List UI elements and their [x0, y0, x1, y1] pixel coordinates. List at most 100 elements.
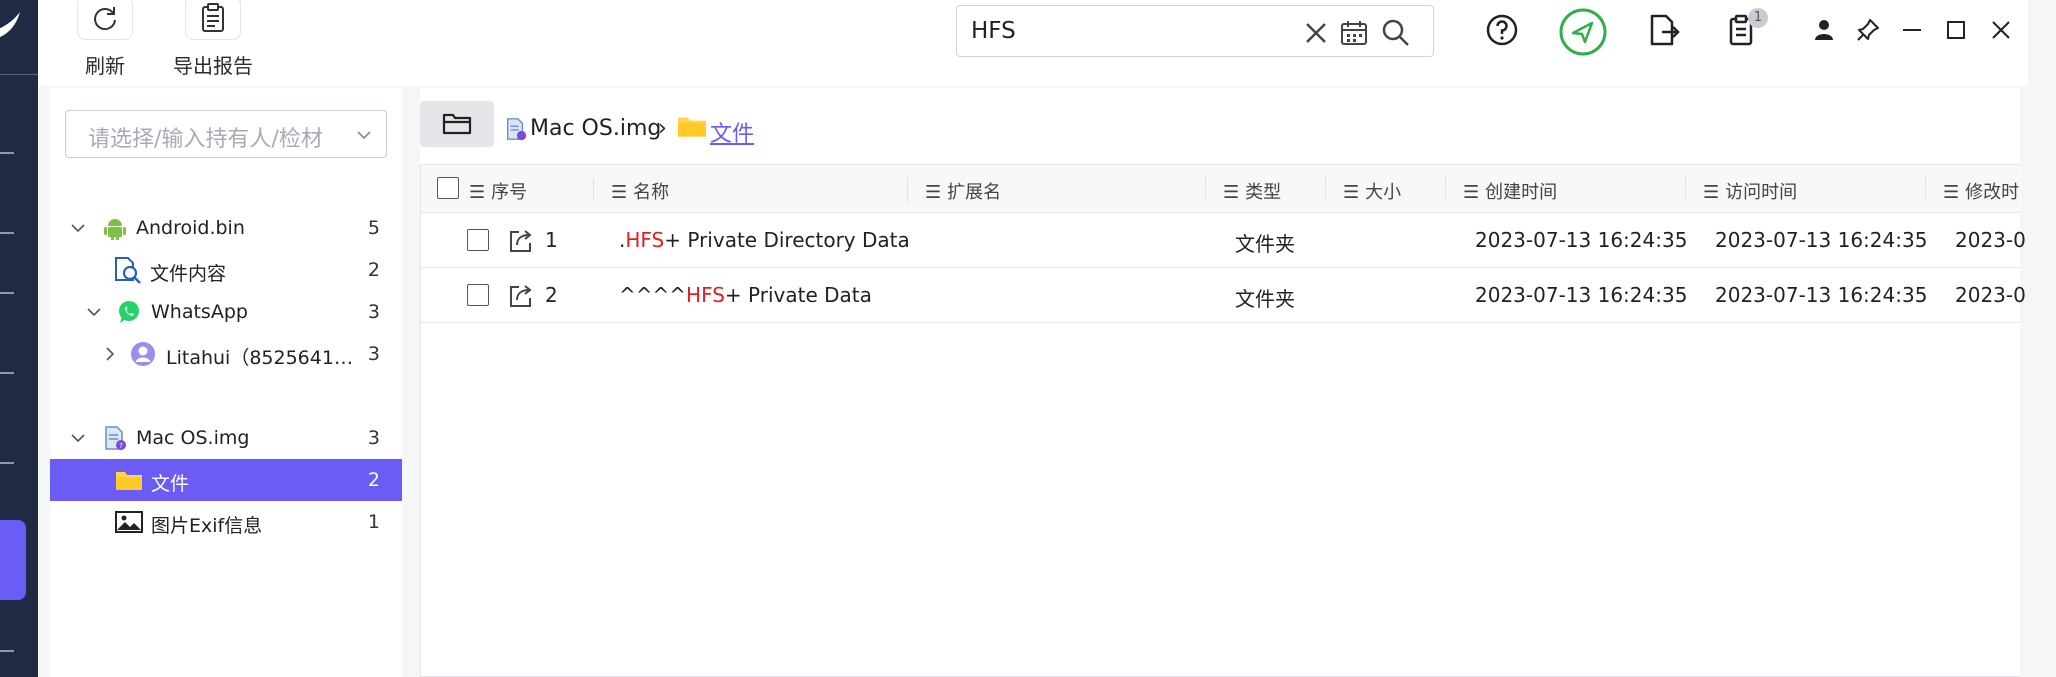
tree-item-count: 3 — [367, 343, 380, 365]
folder-icon — [678, 117, 706, 137]
select-all-checkbox[interactable] — [437, 177, 459, 199]
pin-icon[interactable] — [1848, 10, 1888, 50]
table-row[interactable]: 2 ^^^^HFS+ Private Data 文件夹 2023-07-13 1… — [421, 268, 2026, 323]
breadcrumb: Mac OS.img › 文件 — [420, 96, 2020, 148]
column-divider[interactable] — [1325, 177, 1326, 201]
share-icon[interactable] — [507, 282, 535, 310]
clear-search-icon[interactable] — [1301, 18, 1331, 48]
nav-item-active[interactable] — [0, 520, 26, 600]
column-divider[interactable] — [1445, 177, 1446, 201]
column-header-label: 序号 — [491, 182, 528, 203]
tree-item-label: Litahui（8525641… — [166, 347, 353, 369]
search-highlight: HFS — [625, 228, 665, 252]
window-close-icon[interactable] — [1981, 10, 2021, 50]
name-suffix: + Private Data — [724, 283, 872, 307]
column-header-label: 访问时间 — [1725, 182, 1798, 203]
file-list-panel: Mac OS.img › 文件 ☰ 序号 ☰ 名称 ☰ 扩展名 ☰ 类型 ☰ 大小 ☰ 创建… — [420, 88, 2026, 677]
folder-toggle-button[interactable] — [420, 101, 494, 147]
calendar-icon[interactable] — [1339, 18, 1369, 48]
tree-item-android-bin[interactable]: Android.bin 5 — [50, 207, 402, 249]
tree-item-label: 文件内容 — [150, 263, 227, 285]
nav-item-4[interactable] — [0, 372, 14, 374]
minimize-icon[interactable] — [1892, 10, 1932, 50]
tree-item-mac-os-img[interactable]: ? Mac OS.img 3 — [50, 417, 402, 459]
chevron-down-icon[interactable] — [70, 220, 86, 236]
tree-item-count: 2 — [367, 259, 380, 281]
column-header-seq[interactable]: ☰ 序号 — [469, 178, 527, 204]
nav-item-3[interactable] — [0, 292, 14, 294]
list-icon: ☰ — [1943, 182, 1960, 203]
nav-item-5[interactable] — [0, 462, 14, 464]
nav-item-2[interactable] — [0, 232, 14, 234]
folder-icon — [116, 472, 142, 490]
list-icon: ☰ — [1463, 182, 1480, 203]
cell-seq: 2 — [545, 283, 558, 307]
column-divider[interactable] — [1685, 177, 1686, 201]
tree-item-whatsapp[interactable]: WhatsApp 3 — [50, 291, 402, 333]
cell-accessed: 2023-07-13 16:24:35 — [1715, 228, 1928, 252]
row-checkbox[interactable] — [467, 229, 489, 251]
column-header-accessed[interactable]: ☰ 访问时间 — [1703, 178, 1797, 204]
name-suffix: + Private Directory Data — [664, 228, 910, 252]
folder-outline-icon — [442, 113, 472, 135]
export-file-icon[interactable] — [1644, 10, 1684, 50]
holder-select[interactable]: 请选择/输入持有人/检材 — [65, 110, 387, 158]
tree-item-image-exif[interactable]: 图片Exif信息 1 — [50, 501, 402, 543]
cell-created: 2023-07-13 16:24:35 — [1475, 283, 1688, 307]
list-icon: ☰ — [1223, 182, 1240, 203]
help-icon[interactable] — [1482, 10, 1522, 50]
column-header-name[interactable]: ☰ 名称 — [611, 178, 669, 204]
list-icon: ☰ — [1703, 182, 1720, 203]
nav-item-6[interactable] — [0, 650, 14, 652]
chevron-right-icon[interactable] — [102, 346, 118, 362]
column-header-size[interactable]: ☰ 大小 — [1343, 178, 1401, 204]
column-divider[interactable] — [1925, 177, 1926, 201]
search-highlight: HFS — [686, 283, 725, 307]
row-checkbox[interactable] — [467, 284, 489, 306]
column-divider[interactable] — [1205, 177, 1206, 201]
nav-divider — [0, 74, 38, 75]
chevron-down-icon[interactable] — [86, 304, 102, 320]
send-icon[interactable] — [1558, 7, 1608, 57]
tree-item-label: Mac OS.img — [136, 427, 250, 449]
refresh-label: 刷新 — [85, 54, 125, 78]
holder-select-placeholder: 请选择/输入持有人/检材 — [88, 127, 323, 152]
list-icon: ☰ — [925, 182, 942, 203]
column-header-label: 类型 — [1245, 182, 1282, 203]
refresh-icon — [77, 0, 133, 40]
user-icon[interactable] — [1804, 10, 1844, 50]
maximize-icon[interactable] — [1936, 10, 1976, 50]
android-icon — [104, 219, 126, 240]
chevron-down-icon[interactable] — [70, 430, 86, 446]
column-header-label: 修改时 — [1965, 182, 2020, 203]
cell-type: 文件夹 — [1235, 232, 1295, 256]
column-divider[interactable] — [907, 177, 908, 201]
chevron-down-icon — [357, 131, 371, 140]
breadcrumb-item-files[interactable]: 文件 — [710, 116, 754, 148]
column-header-type[interactable]: ☰ 类型 — [1223, 178, 1281, 204]
tree-item-files-selected[interactable]: 文件 2 — [50, 459, 402, 501]
share-icon[interactable] — [507, 227, 535, 255]
tree-item-file-content[interactable]: 文件内容 2 — [50, 249, 402, 291]
export-report-button[interactable]: 导出报告 — [138, 0, 288, 86]
cell-accessed: 2023-07-13 16:24:35 — [1715, 283, 1928, 307]
column-header-ext[interactable]: ☰ 扩展名 — [925, 178, 1001, 204]
column-header-created[interactable]: ☰ 创建时间 — [1463, 178, 1557, 204]
breadcrumb-item-mac-os-img[interactable]: Mac OS.img — [530, 116, 661, 141]
nav-item-1[interactable] — [0, 152, 14, 154]
disk-image-icon — [507, 118, 527, 141]
list-icon: ☰ — [469, 182, 486, 203]
table-row[interactable]: 1 .HFS+ Private Directory Data 文件夹 2023-… — [421, 213, 2026, 268]
cell-name: .HFS+ Private Directory Data — [619, 228, 910, 252]
search-box — [956, 5, 1434, 57]
column-header-label: 名称 — [633, 182, 670, 203]
search-input[interactable] — [971, 14, 1301, 48]
tree-item-count: 3 — [367, 301, 380, 323]
search-icon[interactable] — [1381, 18, 1411, 48]
file-search-icon — [115, 257, 141, 284]
tree-item-count: 2 — [367, 469, 380, 491]
tree-item-contact-litahui[interactable]: Litahui（8525641… 3 — [50, 333, 402, 375]
column-header-modified[interactable]: ☰ 修改时 — [1943, 178, 2019, 204]
task-list-icon[interactable]: 1 — [1722, 8, 1768, 50]
column-divider[interactable] — [593, 177, 594, 201]
